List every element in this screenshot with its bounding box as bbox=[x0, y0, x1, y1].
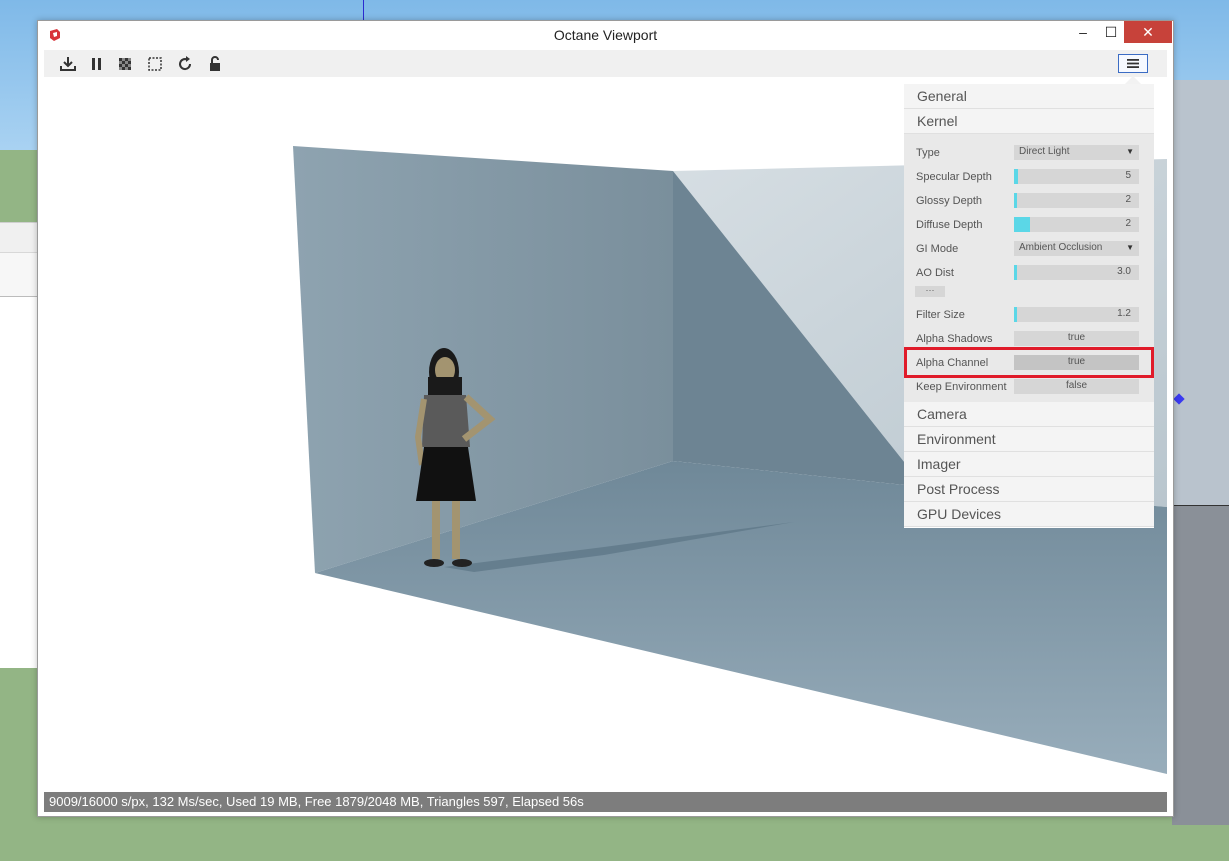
hamburger-menu-icon bbox=[1127, 59, 1139, 68]
ao-dist-slider[interactable]: 3.0 bbox=[1014, 265, 1139, 280]
glossy-depth-value: 2 bbox=[1125, 194, 1131, 205]
background-panel-header bbox=[0, 223, 40, 253]
title-bar[interactable]: Octane Viewport – ☐ ✕ bbox=[38, 21, 1173, 49]
specular-depth-slider[interactable]: 5 bbox=[1014, 169, 1139, 184]
specular-depth-value: 5 bbox=[1125, 170, 1131, 181]
region-select-icon[interactable] bbox=[145, 54, 165, 74]
more-settings: ··· bbox=[904, 284, 1154, 302]
refresh-icon[interactable] bbox=[175, 54, 195, 74]
close-button[interactable]: ✕ bbox=[1124, 21, 1172, 43]
keep-environment-value: false bbox=[1065, 380, 1088, 391]
setting-glossy-depth: Glossy Depth 2 bbox=[904, 188, 1154, 212]
specular-depth-label: Specular Depth bbox=[916, 171, 992, 183]
status-bar: 9009/16000 s/px, 132 Ms/sec, Used 19 MB,… bbox=[44, 792, 1167, 812]
dropdown-arrow-icon: ▼ bbox=[1126, 147, 1134, 156]
lock-icon[interactable] bbox=[205, 54, 225, 74]
checkerboard-icon[interactable] bbox=[115, 54, 135, 74]
viewport-toolbar bbox=[44, 50, 1167, 77]
more-button[interactable]: ··· bbox=[915, 286, 945, 297]
setting-diffuse-depth: Diffuse Depth 2 bbox=[904, 212, 1154, 236]
minimize-button[interactable]: – bbox=[1068, 21, 1098, 43]
alpha-shadows-value: true bbox=[1067, 332, 1086, 343]
gi-mode-label: GI Mode bbox=[916, 243, 959, 255]
type-dropdown[interactable]: Direct Light ▼ bbox=[1014, 145, 1139, 160]
setting-filter-size: Filter Size 1.2 bbox=[904, 302, 1154, 326]
glossy-depth-label: Glossy Depth bbox=[916, 195, 983, 207]
background-panel-toolbar bbox=[0, 253, 40, 297]
alpha-shadows-toggle[interactable]: true bbox=[1014, 331, 1139, 346]
maximize-button[interactable]: ☐ bbox=[1096, 21, 1126, 43]
setting-alpha-channel: Alpha Channel true bbox=[904, 350, 1154, 374]
gi-mode-dropdown[interactable]: Ambient Occlusion ▼ bbox=[1014, 241, 1139, 256]
section-gpu-devices[interactable]: GPU Devices bbox=[904, 502, 1154, 527]
diffuse-depth-slider[interactable]: 2 bbox=[1014, 217, 1139, 232]
type-label: Type bbox=[916, 147, 940, 159]
slider-fill bbox=[1014, 217, 1030, 232]
diffuse-depth-label: Diffuse Depth bbox=[916, 219, 983, 231]
keep-environment-label: Keep Environment bbox=[916, 381, 1007, 393]
section-camera[interactable]: Camera bbox=[904, 402, 1154, 427]
setting-gi-mode: GI Mode Ambient Occlusion ▼ bbox=[904, 236, 1154, 260]
kernel-settings: Type Direct Light ▼ Specular Depth 5 Glo… bbox=[904, 134, 1154, 402]
alpha-channel-label: Alpha Channel bbox=[916, 357, 989, 369]
glossy-depth-slider[interactable]: 2 bbox=[1014, 193, 1139, 208]
ao-dist-label: AO Dist bbox=[916, 267, 954, 279]
section-general[interactable]: General bbox=[904, 84, 1154, 109]
download-icon[interactable] bbox=[58, 54, 78, 74]
pause-icon[interactable] bbox=[87, 54, 107, 74]
slider-fill bbox=[1014, 307, 1017, 322]
filter-size-slider[interactable]: 1.2 bbox=[1014, 307, 1139, 322]
setting-specular-depth: Specular Depth 5 bbox=[904, 164, 1154, 188]
diffuse-depth-value: 2 bbox=[1125, 218, 1131, 229]
slider-fill bbox=[1014, 265, 1017, 280]
section-post-process[interactable]: Post Process bbox=[904, 477, 1154, 502]
alpha-channel-toggle[interactable]: true bbox=[1014, 355, 1139, 370]
filter-size-label: Filter Size bbox=[916, 309, 965, 321]
setting-type: Type Direct Light ▼ bbox=[904, 140, 1154, 164]
section-environment[interactable]: Environment bbox=[904, 427, 1154, 452]
gi-mode-value: Ambient Occlusion bbox=[1019, 242, 1103, 253]
setting-alpha-shadows: Alpha Shadows true bbox=[904, 326, 1154, 350]
alpha-shadows-label: Alpha Shadows bbox=[916, 333, 993, 345]
filter-size-value: 1.2 bbox=[1117, 308, 1131, 319]
type-value: Direct Light bbox=[1019, 146, 1070, 157]
background-panel bbox=[0, 222, 40, 668]
axis-line bbox=[363, 0, 364, 20]
panel-pointer bbox=[1125, 76, 1141, 84]
background-box-dark bbox=[1172, 505, 1229, 825]
setting-ao-dist: AO Dist 3.0 bbox=[904, 260, 1154, 284]
slider-fill bbox=[1014, 193, 1017, 208]
section-kernel[interactable]: Kernel bbox=[904, 109, 1154, 134]
slider-fill bbox=[1014, 169, 1018, 184]
window-title: Octane Viewport bbox=[553, 27, 658, 43]
render-settings-panel: General Kernel Type Direct Light ▼ Specu… bbox=[904, 84, 1154, 528]
section-imager[interactable]: Imager bbox=[904, 452, 1154, 477]
background-box bbox=[1172, 80, 1229, 510]
ao-dist-value: 3.0 bbox=[1117, 266, 1131, 277]
dropdown-arrow-icon: ▼ bbox=[1126, 243, 1134, 252]
settings-menu-button[interactable] bbox=[1118, 54, 1148, 73]
alpha-channel-value: true bbox=[1067, 356, 1086, 367]
keep-environment-toggle[interactable]: false bbox=[1014, 379, 1139, 394]
setting-keep-environment: Keep Environment false bbox=[904, 374, 1154, 398]
